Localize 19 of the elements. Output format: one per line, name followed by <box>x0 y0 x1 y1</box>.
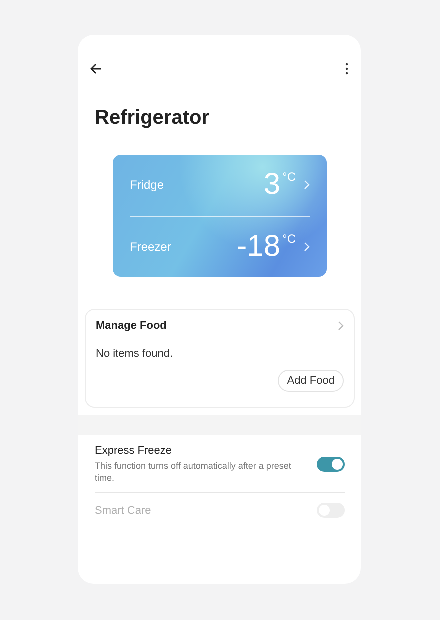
card-title: Manage Food <box>96 320 167 332</box>
temperature-unit: °C <box>282 170 296 184</box>
back-icon[interactable] <box>90 63 102 75</box>
empty-message: No items found. <box>96 348 174 360</box>
compartment-label: Freezer <box>130 240 172 254</box>
setting-title: Express Freeze <box>95 445 174 457</box>
chevron-icon <box>338 321 344 331</box>
more-options-icon[interactable] <box>345 63 349 75</box>
chevron-icon <box>304 242 310 252</box>
toggle-switch[interactable] <box>317 457 345 472</box>
setting-description: This function turns off automatically after a preset time. <box>95 460 292 484</box>
page-title: Refrigerator <box>95 107 210 130</box>
setting-title: Smart Care <box>95 504 152 517</box>
add-food-button[interactable]: Add Food <box>278 370 344 392</box>
temperature-value: 3 <box>264 170 281 200</box>
temperature-unit: °C <box>282 232 296 246</box>
compartment-label: Fridge <box>130 178 164 192</box>
chevron-icon <box>304 180 310 190</box>
temperature-value: -18 <box>237 232 281 262</box>
